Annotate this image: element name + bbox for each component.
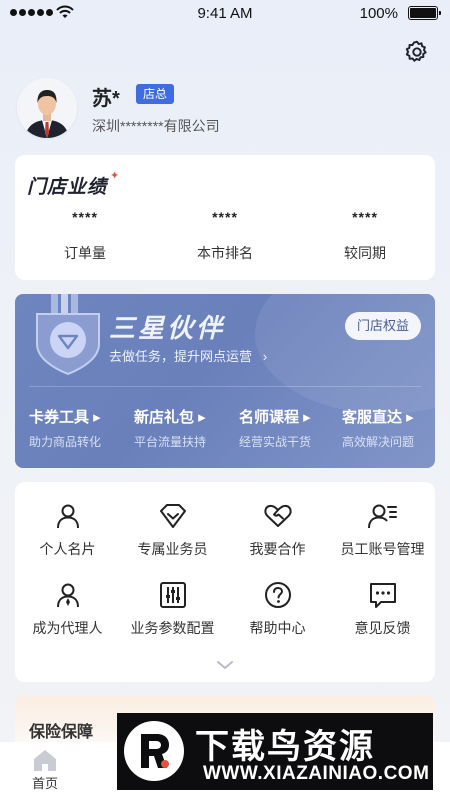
tool-label: 业务参数配置: [130, 620, 215, 636]
banner-item-subtitle: 高效解决问题: [342, 435, 415, 449]
divider: [29, 386, 421, 387]
status-bar: 9:41 AM 100%: [0, 0, 450, 28]
tool-label: 个人名片: [39, 541, 96, 557]
tool-cooperation[interactable]: 我要合作: [225, 502, 330, 559]
question-icon: [264, 582, 291, 608]
banner-item-courses[interactable]: 名师课程 ▸ 经营实战干货: [239, 406, 344, 450]
chevron-down-icon[interactable]: [215, 659, 235, 671]
tool-staff-accounts[interactable]: 员工账号管理: [330, 502, 435, 559]
bird-logo-icon: [124, 721, 184, 781]
tool-become-agent[interactable]: 成为代理人: [15, 581, 120, 638]
settings-gear-icon[interactable]: [404, 39, 430, 65]
stat-value: ****: [72, 209, 98, 225]
tool-business-card[interactable]: 个人名片: [15, 502, 120, 559]
chat-dots-icon: [369, 583, 396, 608]
partner-task-link[interactable]: 去做任务，提升网点运营 ›: [109, 346, 267, 365]
stat-city-rank[interactable]: **** 本市排名: [155, 209, 295, 263]
banner-item-coupon-tools[interactable]: 卡券工具 ▸ 助力商品转化: [29, 406, 134, 450]
watermark-url: WWW.XIAZAINIAO.COM: [203, 763, 430, 784]
tool-label: 专属业务员: [137, 541, 208, 557]
banner-item-subtitle: 助力商品转化: [29, 435, 102, 449]
watermark-overlay: 下载鸟资源 WWW.XIAZAINIAO.COM: [117, 713, 433, 790]
store-rights-button[interactable]: 门店权益: [344, 312, 421, 340]
stat-order-count[interactable]: **** 订单量: [15, 209, 155, 263]
role-badge: 店总: [136, 84, 175, 104]
handshake-heart-icon: [263, 504, 292, 527]
home-icon: [34, 750, 56, 771]
medal-icon: [36, 294, 100, 376]
stat-label: 订单量: [64, 245, 106, 261]
partner-title: 三星伙伴: [109, 313, 226, 343]
banner-item-title: 卡券工具: [29, 409, 90, 426]
tool-label: 成为代理人: [32, 620, 103, 636]
company-name: 深圳********有限公司: [92, 118, 220, 134]
tab-label: 首页: [31, 776, 58, 791]
tool-label: 员工账号管理: [340, 541, 425, 557]
watermark-title: 下载鸟资源: [195, 728, 375, 766]
stat-year-over-year[interactable]: **** 较同期: [295, 209, 435, 263]
insurance-title: 保险保障: [29, 724, 94, 741]
diamond-icon: [159, 504, 186, 528]
banner-item-subtitle: 平台流量扶持: [134, 435, 207, 449]
tab-home[interactable]: 首页: [0, 742, 90, 792]
user-name: 苏*: [92, 88, 120, 110]
tool-business-params[interactable]: 业务参数配置: [120, 581, 225, 638]
tool-label: 帮助中心: [249, 620, 306, 636]
battery-icon: [408, 6, 441, 20]
tool-label: 意见反馈: [354, 620, 411, 636]
banner-item-new-store-gift[interactable]: 新店礼包 ▸ 平台流量扶持: [134, 406, 239, 450]
tool-label: 我要合作: [249, 541, 306, 557]
caret-right-icon: ▸: [194, 409, 206, 426]
stat-value: ****: [352, 209, 378, 225]
tool-feedback[interactable]: 意见反馈: [330, 581, 435, 638]
tool-exclusive-salesman[interactable]: 专属业务员: [120, 502, 225, 559]
stat-label: 较同期: [344, 245, 386, 261]
banner-item-title: 新店礼包: [134, 409, 195, 426]
avatar[interactable]: [17, 78, 77, 138]
caret-right-icon: ▸: [299, 409, 311, 426]
tools-grid: 个人名片 专属业务员 我要合作 员工账号管理 成为代理人 业务参数配置 帮助中心…: [15, 482, 435, 682]
store-performance-card: 门店业绩 ✦ **** 订单量 **** 本市排名 **** 较同期: [15, 155, 435, 280]
partner-subtitle-text: 去做任务，提升网点运营: [109, 349, 253, 364]
user-avatar-illustration: [17, 78, 77, 138]
agent-icon: [56, 583, 79, 608]
sparkle-icon: ✦: [110, 170, 120, 182]
banner-item-title: 客服直达: [342, 409, 403, 426]
banner-item-title: 名师课程: [239, 409, 300, 426]
staff-list-icon: [367, 504, 397, 529]
caret-right-icon: ▸: [402, 409, 414, 426]
partner-banner[interactable]: 三星伙伴 去做任务，提升网点运营 › 门店权益 卡券工具 ▸ 助力商品转化 新店…: [15, 294, 435, 468]
stat-value: ****: [212, 209, 238, 225]
sliders-icon: [159, 582, 186, 608]
tool-help-center[interactable]: 帮助中心: [225, 581, 330, 638]
chevron-right-icon: ›: [255, 349, 268, 364]
battery-percent: 100%: [359, 5, 398, 22]
stat-label: 本市排名: [197, 245, 253, 261]
banner-item-subtitle: 经营实战干货: [239, 435, 312, 449]
performance-title: 门店业绩: [27, 177, 108, 198]
banner-item-customer-service[interactable]: 客服直达 ▸ 高效解决问题: [342, 406, 435, 450]
caret-right-icon: ▸: [89, 409, 101, 426]
person-icon: [56, 504, 79, 529]
